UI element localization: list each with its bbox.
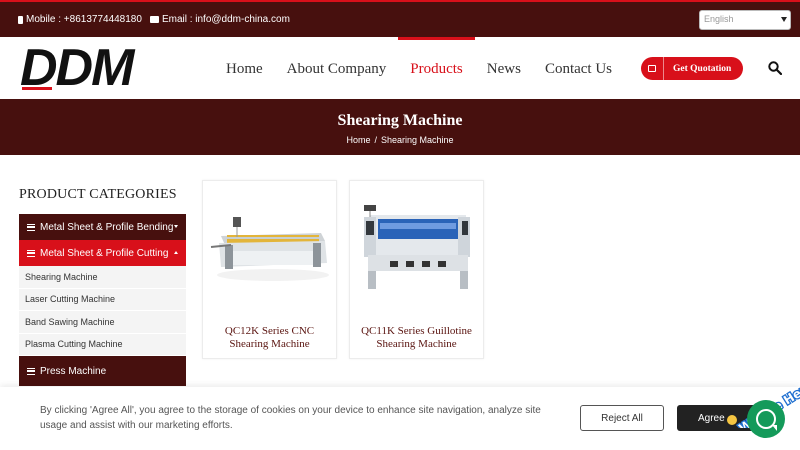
category-metal-sheet-cutting[interactable]: Metal Sheet & Profile Cutting: [19, 240, 186, 266]
page-title: Shearing Machine: [337, 112, 463, 129]
contact-info: Mobile : +8613774448180 Email : info@ddm…: [18, 14, 290, 25]
waving-hand-icon: [727, 415, 737, 425]
product-image-qc11k[interactable]: [350, 181, 483, 311]
menu-icon: [27, 223, 35, 231]
phone-icon: [18, 15, 23, 24]
chevron-down-icon: [781, 17, 787, 22]
product-card[interactable]: QC12K Series CNC Shearing Machine: [202, 180, 337, 359]
language-select[interactable]: English: [699, 10, 791, 30]
nav-contact-us[interactable]: Contact Us: [533, 37, 624, 99]
menu-icon: [27, 367, 35, 375]
site-header: DDM Home About Company Products News Con…: [0, 37, 800, 99]
breadcrumb-current: Shearing Machine: [380, 135, 454, 145]
search-icon[interactable]: [768, 61, 782, 75]
nav-about-company[interactable]: About Company: [275, 37, 399, 99]
category-metal-sheet-bending[interactable]: Metal Sheet & Profile Bending: [19, 214, 186, 240]
chat-button[interactable]: [747, 400, 785, 438]
top-bar: Mobile : +8613774448180 Email : info@ddm…: [0, 0, 800, 37]
quote-icon: [641, 57, 664, 80]
product-image-qc12k[interactable]: [203, 181, 336, 311]
caret-up-icon: [174, 251, 178, 254]
ddm-logo[interactable]: DDM: [20, 43, 142, 91]
cookie-text: By clicking 'Agree All', you agree to th…: [40, 405, 541, 431]
breadcrumb: Home / Shearing Machine: [0, 135, 800, 145]
caret-down-icon: [174, 225, 178, 228]
subcategory-plasma-cutting-machine[interactable]: Plasma Cutting Machine: [19, 333, 186, 356]
product-name[interactable]: QC11K Series Guillotine Shearing Machine: [354, 325, 479, 351]
subcategory-laser-cutting-machine[interactable]: Laser Cutting Machine: [19, 288, 186, 311]
email-contact[interactable]: Email : info@ddm-china.com: [149, 14, 290, 25]
reject-all-button[interactable]: Reject All: [580, 405, 664, 431]
envelope-icon: [149, 16, 159, 23]
page-banner: Shearing Machine Home / Shearing Machine: [0, 99, 800, 155]
svg-text:DDM: DDM: [20, 43, 136, 91]
breadcrumb-home[interactable]: Home: [346, 135, 370, 145]
subcategory-band-sawing-machine[interactable]: Band Sawing Machine: [19, 311, 186, 334]
mobile-contact[interactable]: Mobile : +8613774448180: [18, 14, 142, 25]
breadcrumb-separator: /: [374, 135, 377, 145]
main-nav: Home About Company Products News Contact…: [214, 37, 624, 99]
chat-icon: [756, 409, 777, 431]
product-card[interactable]: QC11K Series Guillotine Shearing Machine: [349, 180, 484, 359]
nav-products[interactable]: Products: [398, 37, 475, 99]
nav-home[interactable]: Home: [214, 37, 275, 99]
product-categories-title: PRODUCT CATEGORIES: [19, 187, 177, 202]
menu-icon: [27, 249, 35, 257]
product-name[interactable]: QC12K Series CNC Shearing Machine: [207, 325, 332, 351]
category-list: Metal Sheet & Profile Bending Metal Shee…: [19, 214, 186, 386]
nav-news[interactable]: News: [475, 37, 533, 99]
cookie-consent-bar: By clicking 'Agree All', you agree to th…: [0, 387, 800, 450]
get-quotation-button[interactable]: Get Quotation: [641, 57, 743, 80]
subcategory-shearing-machine[interactable]: Shearing Machine: [19, 266, 186, 289]
category-press-machine[interactable]: Press Machine: [19, 356, 186, 386]
